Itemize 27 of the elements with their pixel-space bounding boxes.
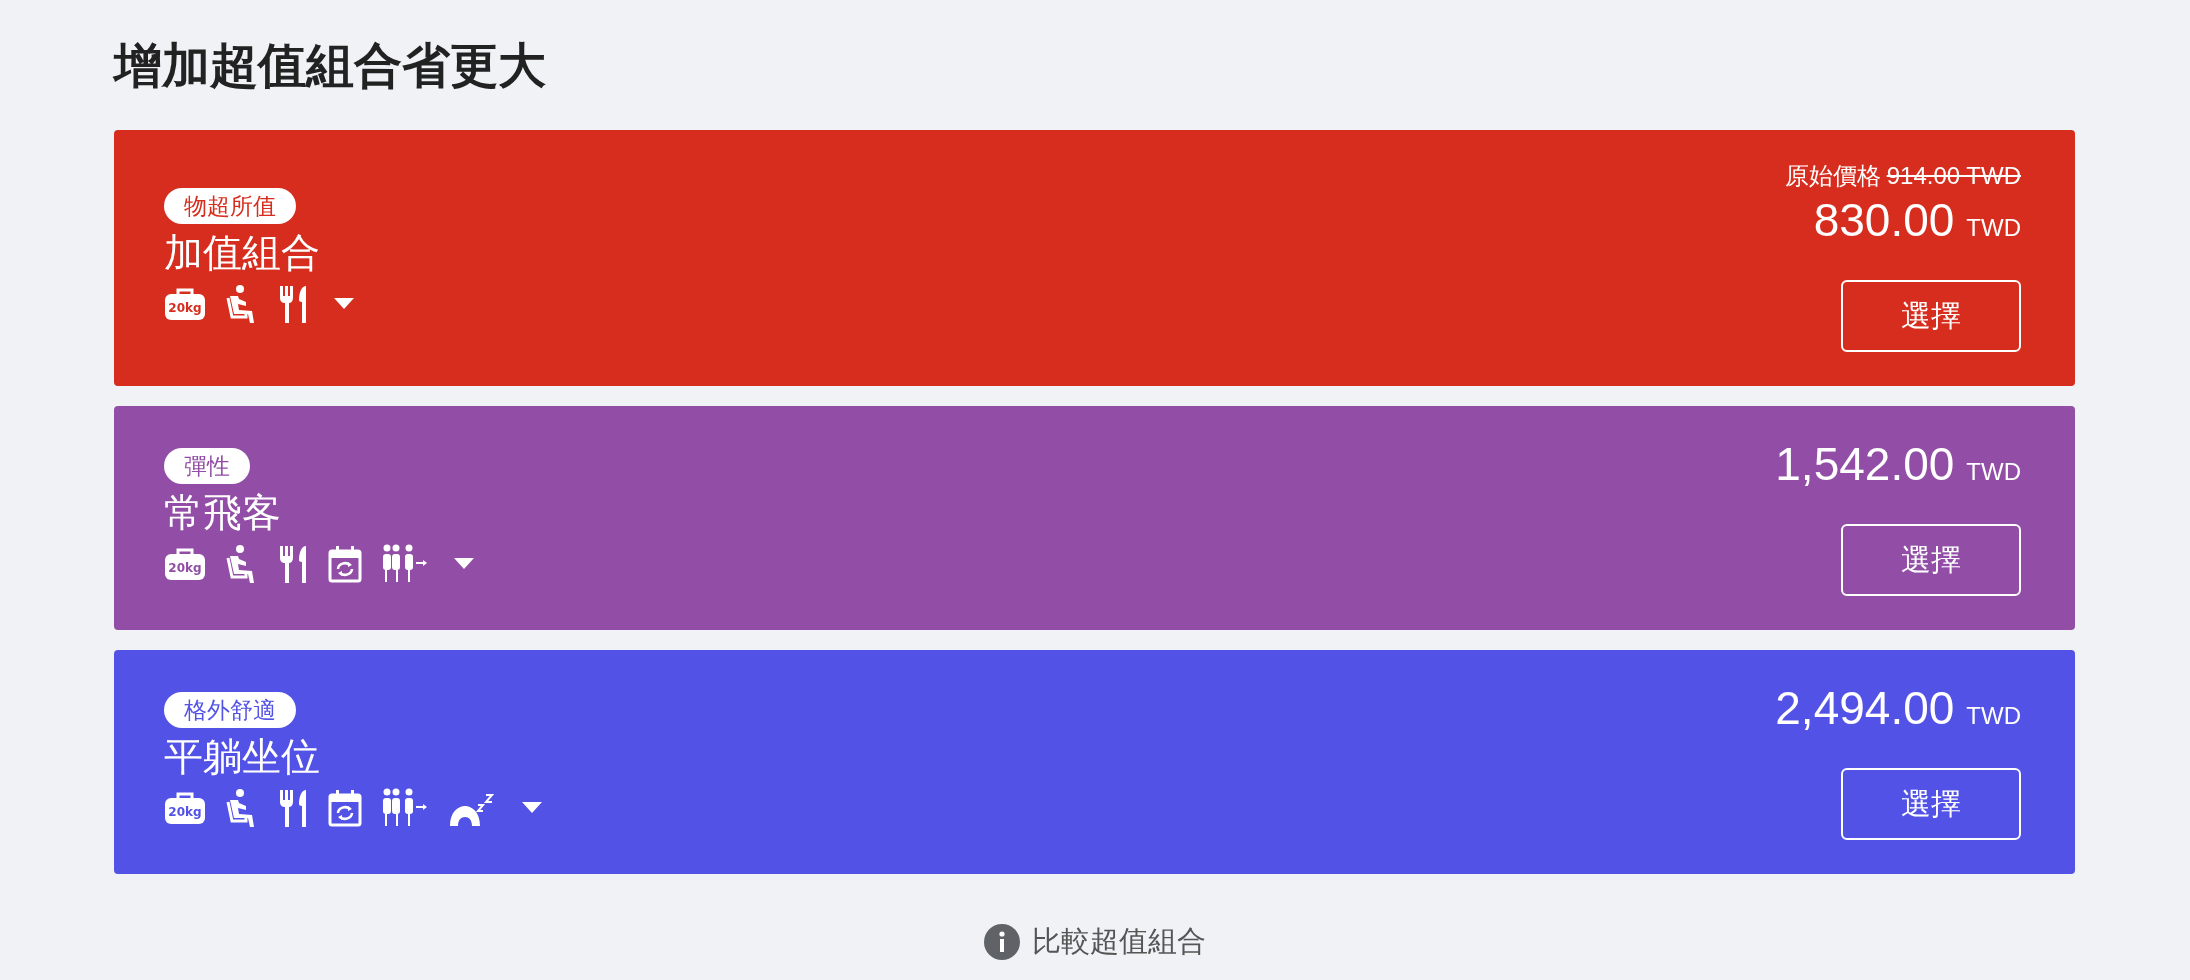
price: 2,494.00: [1775, 681, 1955, 736]
bundle-name: 平躺坐位: [164, 733, 320, 781]
bundle-name: 加值組合: [164, 229, 320, 277]
queue-icon: [382, 788, 428, 828]
price: 1,542.00: [1775, 437, 1955, 492]
bundle-tag: 彈性: [164, 448, 250, 484]
compare-link[interactable]: 比較超值組合: [1031, 922, 1206, 962]
calendar-icon: [328, 789, 362, 827]
info-icon: [983, 924, 1020, 960]
price: 830.00: [1813, 193, 1955, 248]
bundle-tag: 格外舒適: [164, 692, 296, 728]
original-price: 914.00 TWD: [1886, 161, 2021, 191]
currency: TWD: [1966, 457, 2021, 487]
calendar-icon: [328, 545, 362, 583]
bundle-tag: 物超所值: [164, 188, 296, 224]
queue-icon: [382, 544, 428, 584]
cutlery-icon: [278, 284, 308, 324]
select-button[interactable]: 選擇: [1841, 524, 2021, 596]
page-title: 增加超值組合省更大: [114, 36, 547, 95]
currency: TWD: [1966, 701, 2021, 731]
cutlery-icon: [278, 544, 308, 584]
currency: TWD: [1966, 213, 2021, 243]
original-price-label: 原始價格: [1784, 161, 1881, 192]
cutlery-icon: [278, 788, 308, 828]
select-button[interactable]: 選擇: [1841, 768, 2021, 840]
bundle-name: 常飛客: [164, 489, 281, 537]
select-button[interactable]: 選擇: [1841, 280, 2021, 352]
